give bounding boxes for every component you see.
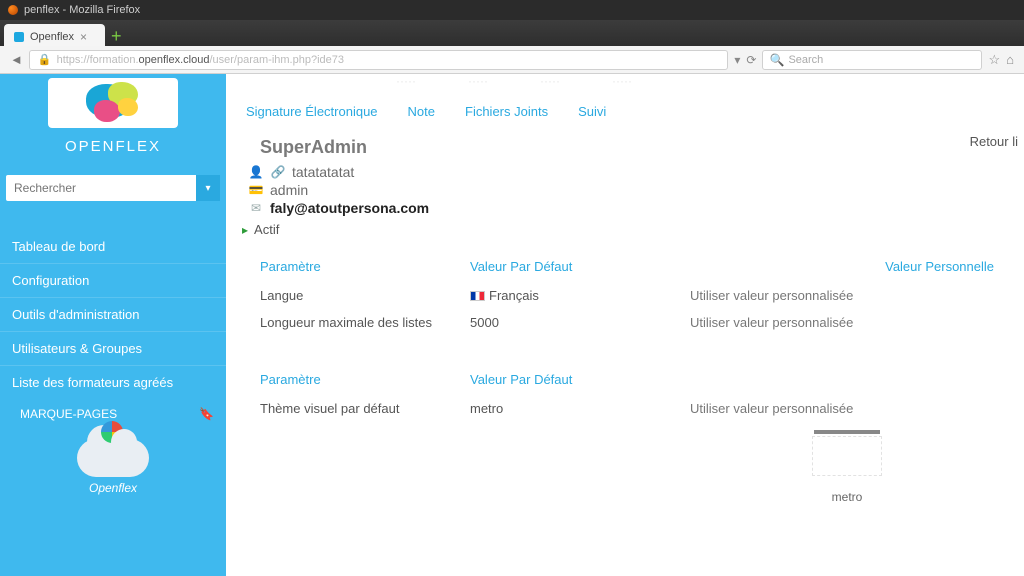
sidebar-search-button[interactable]: ▾ — [196, 175, 220, 201]
main-content: ···················· Signature Électroni… — [226, 74, 1024, 576]
tab-title: Openflex — [30, 31, 74, 43]
param-name: Thème visuel par défaut — [260, 395, 470, 510]
col-header-param: Paramètre — [260, 362, 470, 395]
user-summary: SuperAdmin 👤 🔗 tatatatatat 💳 admin ✉ fal… — [226, 131, 1024, 245]
sidebar-item-configuration[interactable]: Configuration — [0, 263, 226, 297]
sidebar-search-input[interactable] — [6, 175, 220, 201]
flag-fr-icon — [470, 291, 485, 301]
browser-toolbar: ◄ 🔒 https://formation.openflex.cloud/use… — [0, 46, 1024, 74]
link-icon: 🔗 — [270, 165, 286, 179]
url-host: openflex.cloud — [139, 54, 210, 66]
back-icon[interactable]: ◄ — [10, 52, 23, 67]
sidebar-item-trainers[interactable]: Liste des formateurs agréés — [0, 365, 226, 399]
theme-preview[interactable]: metro — [690, 430, 1004, 504]
bookmark-icon: 🔖 — [199, 407, 214, 421]
tab-tracking[interactable]: Suivi — [578, 104, 606, 119]
firefox-icon — [8, 5, 18, 15]
bookmark-star-icon[interactable]: ☆ — [988, 52, 1000, 68]
widget-name: Openflex — [0, 481, 226, 495]
window-title: penflex - Mozilla Firefox — [24, 4, 140, 16]
param-row-list-length: Longueur maximale des listes 5000 Utilis… — [260, 309, 1004, 336]
mail-icon: ✉ — [248, 201, 264, 215]
active-flag-icon: ▸ — [242, 223, 248, 237]
lock-icon: 🔒 — [38, 53, 52, 66]
new-tab-button[interactable]: + — [111, 30, 127, 46]
col-header-personal: Valeur Personnelle — [690, 249, 1004, 282]
theme-preview-name: metro — [690, 490, 1004, 504]
dropdown-icon[interactable]: ▾ — [734, 53, 740, 67]
url-prefix: https://formation. — [57, 54, 139, 66]
brand-logo — [48, 78, 178, 128]
col-header-param: Paramètre — [260, 249, 470, 282]
card-icon: 💳 — [248, 183, 264, 197]
user-status: Actif — [254, 222, 279, 237]
top-tabs-faded: ···················· — [226, 74, 1024, 96]
user-email: faly@atoutpersona.com — [270, 200, 429, 216]
url-controls: ▾ ⟳ — [734, 53, 756, 67]
param-name: Longueur maximale des listes — [260, 309, 470, 336]
browser-tab[interactable]: Openflex × — [4, 24, 105, 46]
back-link[interactable]: Retour li — [970, 134, 1018, 149]
search-placeholder: Search — [788, 54, 823, 66]
tab-signature[interactable]: Signature Électronique — [246, 104, 378, 119]
param-default: metro — [470, 395, 690, 510]
sub-tabs: Signature Électronique Note Fichiers Joi… — [226, 96, 1024, 131]
home-icon[interactable]: ⌂ — [1006, 52, 1014, 68]
brand-title: OPENFLEX — [0, 138, 226, 155]
user-title: SuperAdmin — [260, 137, 998, 158]
param-default: 5000 — [470, 309, 690, 336]
sidebar-item-users-groups[interactable]: Utilisateurs & Groupes — [0, 331, 226, 365]
os-titlebar: penflex - Mozilla Firefox — [0, 0, 1024, 20]
bookmarks-label: MARQUE-PAGES — [20, 407, 117, 421]
url-bar[interactable]: 🔒 https://formation.openflex.cloud/user/… — [29, 50, 729, 70]
tab-files[interactable]: Fichiers Joints — [465, 104, 548, 119]
col-header-default: Valeur Par Défaut — [470, 362, 690, 395]
tab-note[interactable]: Note — [408, 104, 435, 119]
reload-icon[interactable]: ⟳ — [746, 53, 756, 67]
use-custom-checkbox[interactable]: Utiliser valeur personnalisée — [690, 309, 1004, 336]
param-name: Langue — [260, 282, 470, 309]
tab-favicon — [14, 32, 24, 42]
sidebar-widget: Openflex — [0, 429, 226, 503]
sidebar-item-dashboard[interactable]: Tableau de bord — [0, 221, 226, 263]
use-custom-checkbox[interactable]: Utiliser valeur personnalisée — [690, 282, 1004, 309]
sidebar-item-admin-tools[interactable]: Outils d'administration — [0, 297, 226, 331]
sidebar: OPENFLEX ▾ Tableau de bord Configuration… — [0, 74, 226, 576]
browser-tabstrip: Openflex × + — [0, 20, 1024, 46]
close-icon[interactable]: × — [80, 30, 87, 44]
use-custom-checkbox[interactable]: Utiliser valeur personnalisée metro — [690, 395, 1004, 510]
cloud-icon — [77, 439, 149, 477]
search-bar[interactable]: 🔍 Search — [762, 50, 982, 70]
params-section-1: Paramètre Valeur Par Défaut Valeur Perso… — [226, 245, 1024, 510]
col-header-default: Valeur Par Défaut — [470, 249, 690, 282]
user-login: admin — [270, 182, 308, 198]
search-icon: 🔍 — [769, 53, 784, 67]
user-name: tatatatatat — [292, 164, 354, 180]
person-icon: 👤 — [248, 165, 264, 179]
param-row-theme: Thème visuel par défaut metro Utiliser v… — [260, 395, 1004, 510]
url-suffix: /user/param-ihm.php?ide73 — [209, 54, 344, 66]
param-row-langue: Langue Français Utiliser valeur personna… — [260, 282, 1004, 309]
param-default: Français — [470, 282, 690, 309]
